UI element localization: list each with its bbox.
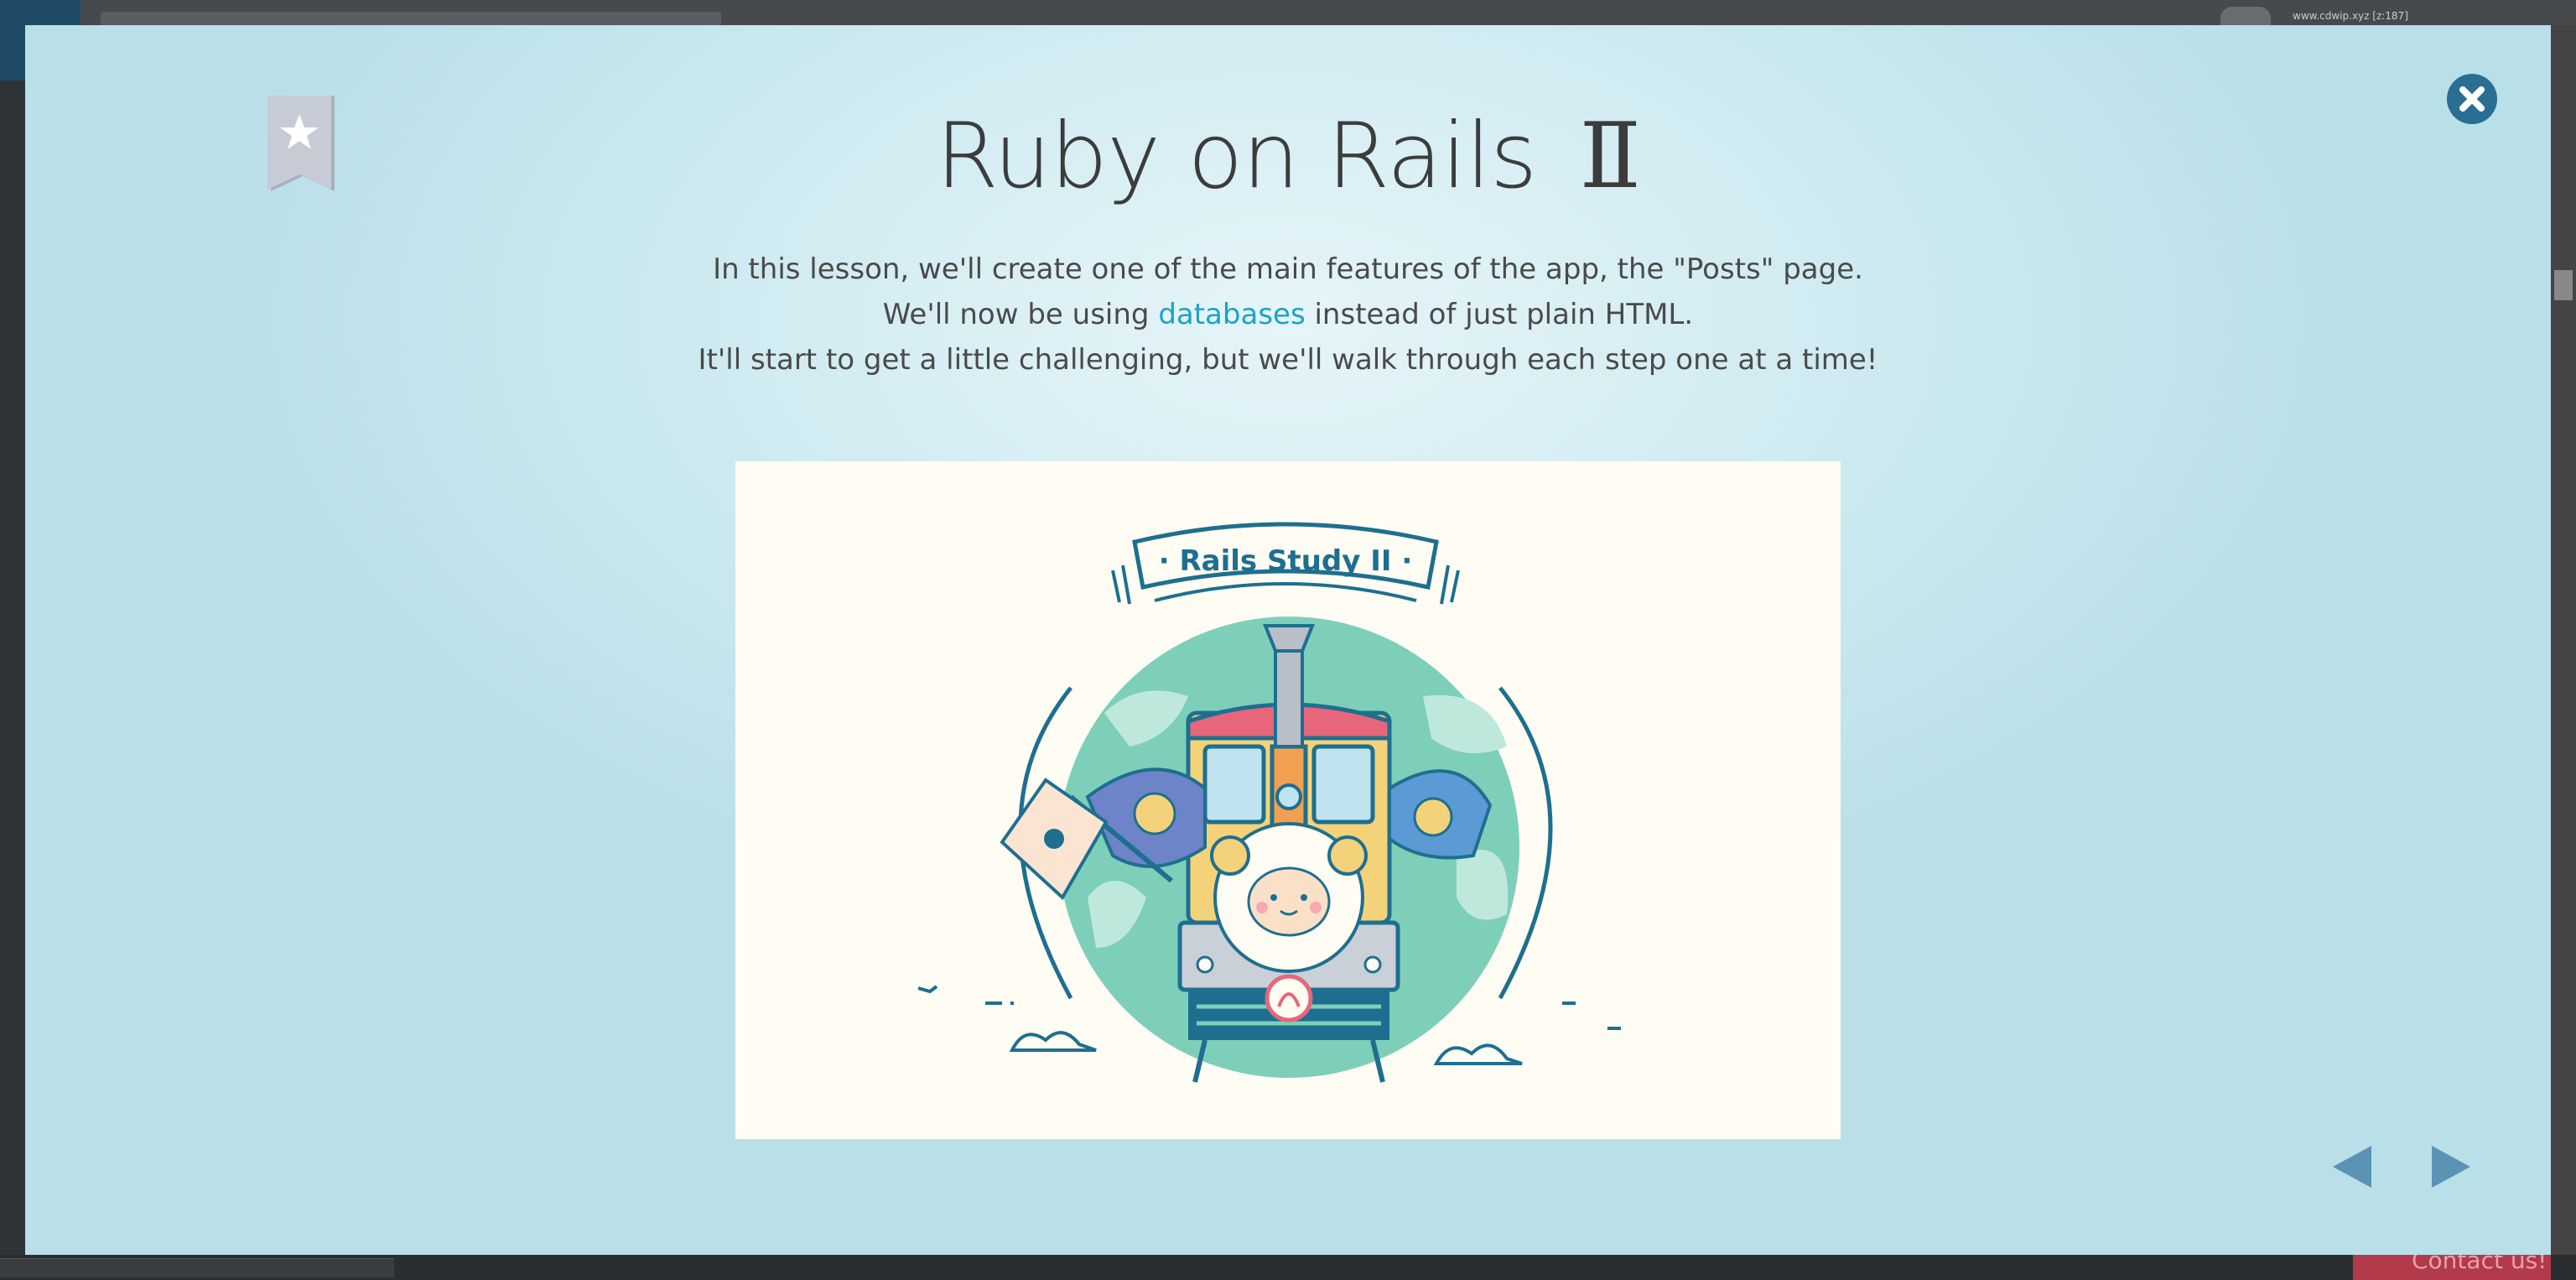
description-line-3: It'll start to get a little challenging,… — [698, 343, 1878, 377]
lesson-illustration: · Rails Study II · — [735, 461, 1841, 1139]
lesson-title-numeral: Ⅱ — [1579, 104, 1641, 209]
next-slide-button[interactable] — [2428, 1141, 2475, 1193]
background-url-text: www.cdwip.xyz [z:187] — [2293, 10, 2408, 22]
triangle-right-icon — [2432, 1146, 2470, 1188]
banner-text: · Rails Study II · — [1159, 544, 1413, 578]
lesson-title: Ruby on Rails Ⅱ — [25, 102, 2551, 211]
description-line-1: In this lesson, we'll create one of the … — [713, 252, 1863, 286]
background-avatar — [2220, 7, 2271, 25]
description-line-2: We'll now be using databases instead of … — [25, 292, 2551, 337]
background-horizontal-scrollbar[interactable] — [0, 1258, 394, 1277]
lesson-title-text: Ruby on Rails — [935, 104, 1537, 209]
background-search-bar — [101, 12, 721, 25]
lesson-modal: Ruby on Rails Ⅱ In this lesson, we'll cr… — [25, 25, 2551, 1255]
previous-slide-button[interactable] — [2328, 1141, 2375, 1193]
background-scrollbar[interactable] — [2551, 25, 2576, 1255]
description-line-2-before: We'll now be using — [882, 298, 1159, 331]
rails-study-illustration: · Rails Study II · — [917, 522, 1621, 1083]
databases-link[interactable]: databases — [1158, 298, 1305, 331]
description-line-2-after: instead of just plain HTML. — [1305, 298, 1694, 331]
background-scrollbar-thumb[interactable] — [2554, 270, 2573, 300]
lesson-description: In this lesson, we'll create one of the … — [25, 247, 2551, 382]
background-left-strip — [0, 81, 25, 1255]
triangle-left-icon — [2333, 1146, 2371, 1188]
